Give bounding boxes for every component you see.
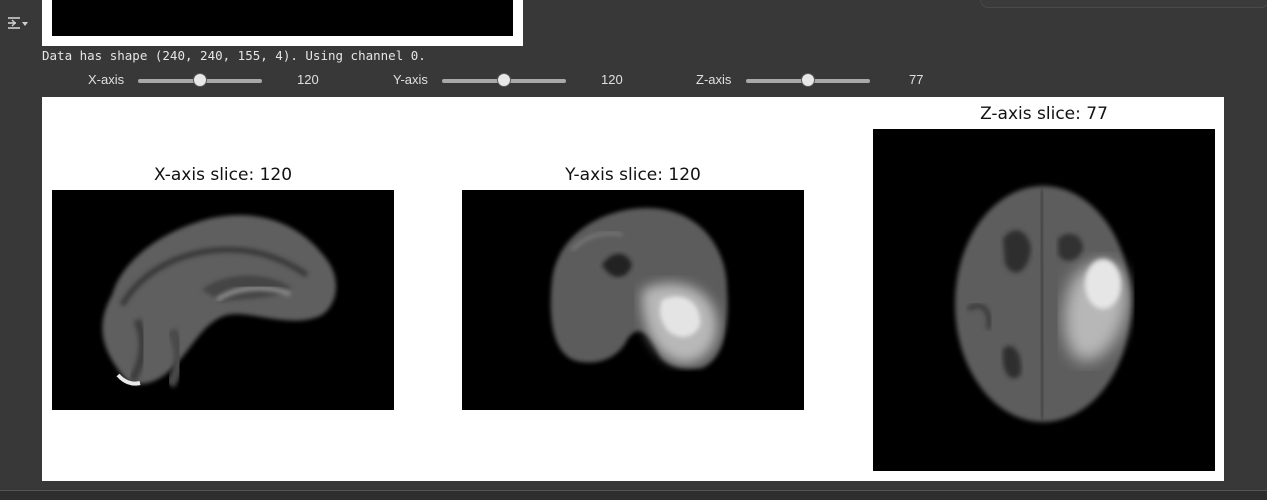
x-axis-slider-thumb[interactable] (193, 73, 207, 87)
z-slice-image (873, 129, 1215, 471)
top-right-panel-edge (980, 0, 1267, 8)
x-axis-slider-value: 120 (297, 72, 319, 87)
z-axis-slider-value: 77 (909, 72, 924, 87)
x-slice-title: X-axis slice: 120 (153, 165, 293, 185)
y-slice-title: Y-axis slice: 120 (565, 165, 701, 185)
y-axis-slider-label: Y-axis (393, 72, 428, 87)
previous-figure-output (42, 0, 523, 46)
y-axis-slider[interactable] (442, 73, 566, 87)
x-axis-slider[interactable] (138, 73, 262, 87)
y-axis-slider-thumb[interactable] (497, 73, 511, 87)
z-axis-slider[interactable] (746, 73, 870, 87)
y-axis-slider-value: 120 (601, 72, 623, 87)
z-slice-title: Z-axis slice: 77 (980, 104, 1108, 124)
z-axis-slider-label: Z-axis (696, 72, 732, 87)
z-axis-slider-thumb[interactable] (801, 73, 815, 87)
x-axis-slider-label: X-axis (88, 72, 125, 87)
output-toggle-icon[interactable] (6, 14, 30, 34)
slice-figure: X-axis slice: 120 Y-axis slice: 120 Z-ax… (42, 97, 1224, 481)
previous-figure-image (52, 0, 513, 36)
x-slice-image (52, 190, 394, 410)
shape-message: Data has shape (240, 240, 155, 4). Using… (42, 48, 426, 63)
y-slice-image (462, 190, 804, 410)
